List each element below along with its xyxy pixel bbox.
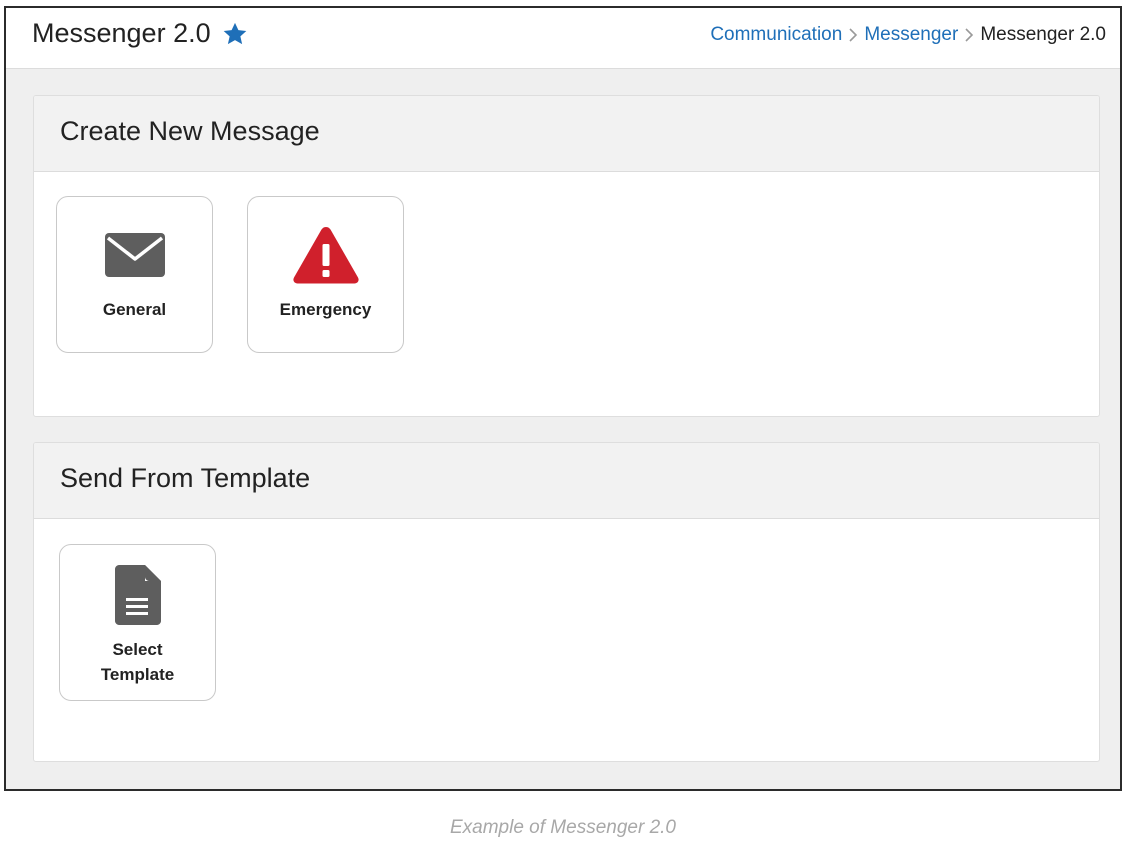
- page-title-text: Messenger 2.0: [32, 18, 211, 48]
- breadcrumb: Communication Messenger Messenger 2.0: [710, 24, 1106, 46]
- general-message-button[interactable]: General: [56, 196, 213, 353]
- breadcrumb-communication[interactable]: Communication: [710, 24, 842, 46]
- send-from-template-panel: Send From Template Select Template: [33, 442, 1100, 762]
- breadcrumb-messenger[interactable]: Messenger: [864, 24, 958, 46]
- general-label: General: [102, 300, 167, 319]
- figure-caption: Example of Messenger 2.0: [449, 817, 676, 838]
- select-template-label-line1: Select: [112, 640, 163, 659]
- create-new-message-panel: Create New Message General Emergency: [33, 95, 1100, 417]
- panel-header: Create New Message: [34, 96, 1099, 172]
- select-template-label-line2: Template: [100, 665, 175, 684]
- select-template-button[interactable]: Select Template: [59, 544, 216, 701]
- messenger-window: Messenger 2.0 Communication Messenger Me…: [4, 6, 1122, 791]
- panel-title: Create New Message: [60, 116, 320, 146]
- panel-header: Send From Template: [34, 443, 1099, 519]
- chevron-right-icon: [842, 26, 864, 44]
- breadcrumb-current: Messenger 2.0: [980, 24, 1106, 45]
- top-bar: Messenger 2.0 Communication Messenger Me…: [6, 8, 1120, 69]
- emergency-label: Emergency: [279, 300, 372, 319]
- chevron-right-icon: [958, 26, 980, 44]
- emergency-message-button[interactable]: Emergency: [247, 196, 404, 353]
- star-icon[interactable]: [221, 20, 249, 48]
- page-title: Messenger 2.0: [32, 18, 249, 49]
- document-icon: [60, 565, 215, 625]
- panel-title: Send From Template: [60, 463, 311, 493]
- envelope-icon: [57, 233, 212, 277]
- select-template-label: Select Template: [60, 637, 215, 687]
- warning-icon: [248, 225, 403, 285]
